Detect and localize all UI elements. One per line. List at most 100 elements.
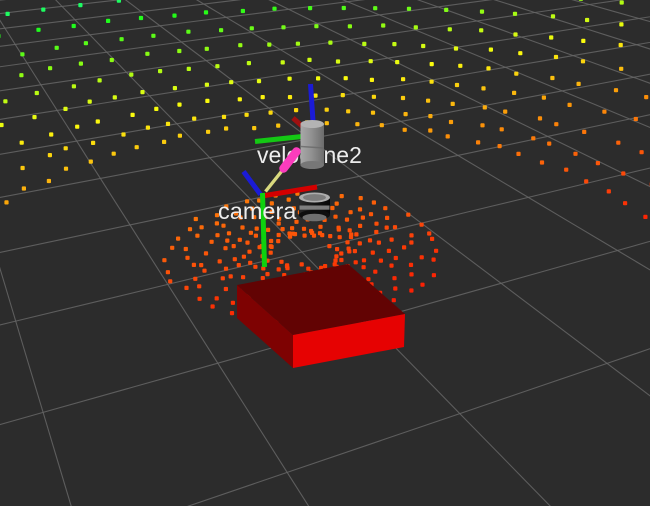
lidar-point bbox=[419, 255, 424, 260]
lidar-point bbox=[419, 222, 424, 227]
lidar-point bbox=[309, 228, 314, 234]
camera-model bbox=[299, 192, 330, 222]
lidar-point bbox=[361, 258, 367, 263]
lidar-point bbox=[223, 266, 229, 271]
lidar-point bbox=[369, 77, 374, 82]
rviz-3d-viewport[interactable]: velodyne2 camera bbox=[0, 0, 650, 506]
lidar-point bbox=[318, 224, 323, 229]
lidar-point bbox=[285, 266, 290, 271]
lidar-point bbox=[348, 210, 353, 215]
velodyne-top-cap bbox=[300, 120, 325, 128]
lidar-point bbox=[36, 27, 41, 32]
camera-lens-ring bbox=[299, 205, 330, 210]
lidar-point bbox=[531, 136, 536, 141]
lidar-point bbox=[431, 257, 436, 262]
lidar-point bbox=[337, 235, 342, 240]
lidar-point bbox=[374, 221, 379, 226]
lidar-point bbox=[537, 116, 543, 121]
lidar-point bbox=[268, 250, 273, 255]
lidar-point bbox=[395, 60, 400, 65]
lidar-point bbox=[223, 246, 228, 251]
lidar-point bbox=[197, 296, 202, 301]
lidar-point bbox=[334, 254, 339, 259]
lidar-point bbox=[248, 230, 253, 235]
lidar-point bbox=[381, 23, 386, 28]
lidar-point bbox=[195, 233, 200, 238]
lidar-point bbox=[447, 27, 452, 32]
lidar-point bbox=[238, 43, 243, 48]
lidar-point bbox=[276, 267, 281, 272]
lidar-point bbox=[276, 123, 281, 128]
lidar-point bbox=[413, 25, 418, 30]
velodyne-bottom-cap bbox=[300, 161, 325, 169]
lidar-point bbox=[371, 200, 376, 205]
lidar-point bbox=[339, 194, 344, 199]
lidar-point bbox=[547, 141, 552, 146]
lidar-point bbox=[431, 273, 436, 278]
lidar-point bbox=[358, 196, 363, 201]
lidar-point bbox=[317, 231, 323, 236]
lidar-point bbox=[346, 246, 351, 251]
lidar-point bbox=[279, 259, 284, 264]
lidar-point bbox=[370, 250, 375, 255]
lidar-point bbox=[389, 263, 394, 268]
lidar-point bbox=[644, 95, 649, 100]
lidar-point bbox=[109, 57, 114, 63]
lidar-point bbox=[357, 241, 362, 246]
lidar-point bbox=[5, 11, 10, 16]
lidar-point bbox=[619, 22, 624, 27]
lidar-point bbox=[518, 51, 523, 56]
lidar-point bbox=[402, 127, 407, 132]
lidar-point bbox=[197, 284, 202, 289]
lidar-point bbox=[623, 201, 628, 206]
lidar-point bbox=[550, 14, 556, 19]
lidar-point bbox=[295, 41, 300, 46]
lidar-point bbox=[497, 144, 502, 149]
lidar-point bbox=[221, 114, 227, 119]
lidar-point bbox=[245, 240, 250, 245]
lidar-point bbox=[621, 171, 626, 176]
lidar-point bbox=[172, 86, 177, 91]
lidar-point bbox=[406, 6, 412, 11]
lidar-point bbox=[362, 41, 367, 46]
lidar-point bbox=[349, 232, 354, 237]
lidar-point bbox=[287, 95, 293, 100]
lidar-point bbox=[313, 93, 318, 98]
lidar-point bbox=[595, 161, 600, 166]
lidar-point bbox=[336, 225, 341, 230]
lidar-point bbox=[479, 28, 484, 33]
lidar-point bbox=[352, 249, 357, 254]
lidar-point bbox=[248, 260, 253, 265]
lidar-point bbox=[554, 122, 559, 127]
lidar-point bbox=[88, 159, 93, 164]
lidar-point bbox=[606, 189, 611, 194]
lidar-point bbox=[499, 127, 504, 132]
lidar-point bbox=[479, 9, 485, 14]
lidar-point bbox=[229, 311, 235, 316]
lidar-point bbox=[214, 296, 219, 301]
lidar-point bbox=[151, 33, 156, 38]
lidar-point bbox=[145, 125, 150, 130]
lidar-point bbox=[204, 46, 209, 51]
lidar-point bbox=[327, 244, 332, 249]
lidar-point bbox=[241, 254, 246, 259]
lidar-point bbox=[550, 75, 555, 81]
lidar-point bbox=[633, 116, 638, 122]
lidar-point bbox=[34, 90, 39, 96]
lidar-point bbox=[241, 275, 246, 280]
lidar-point bbox=[339, 257, 344, 263]
lidar-point bbox=[344, 217, 350, 222]
lidar-point bbox=[549, 35, 554, 40]
lidar-point bbox=[267, 42, 272, 47]
lidar-point bbox=[134, 145, 139, 150]
lidar-point bbox=[373, 269, 378, 274]
lidar-point bbox=[240, 8, 245, 14]
lidar-point bbox=[177, 102, 182, 107]
lidar-point bbox=[389, 237, 394, 242]
lidar-point bbox=[177, 133, 182, 138]
lidar-point bbox=[187, 227, 193, 232]
lidar-point bbox=[91, 140, 96, 145]
lidar-point bbox=[391, 298, 396, 303]
lidar-point bbox=[54, 45, 59, 50]
lidar-point bbox=[567, 102, 572, 107]
